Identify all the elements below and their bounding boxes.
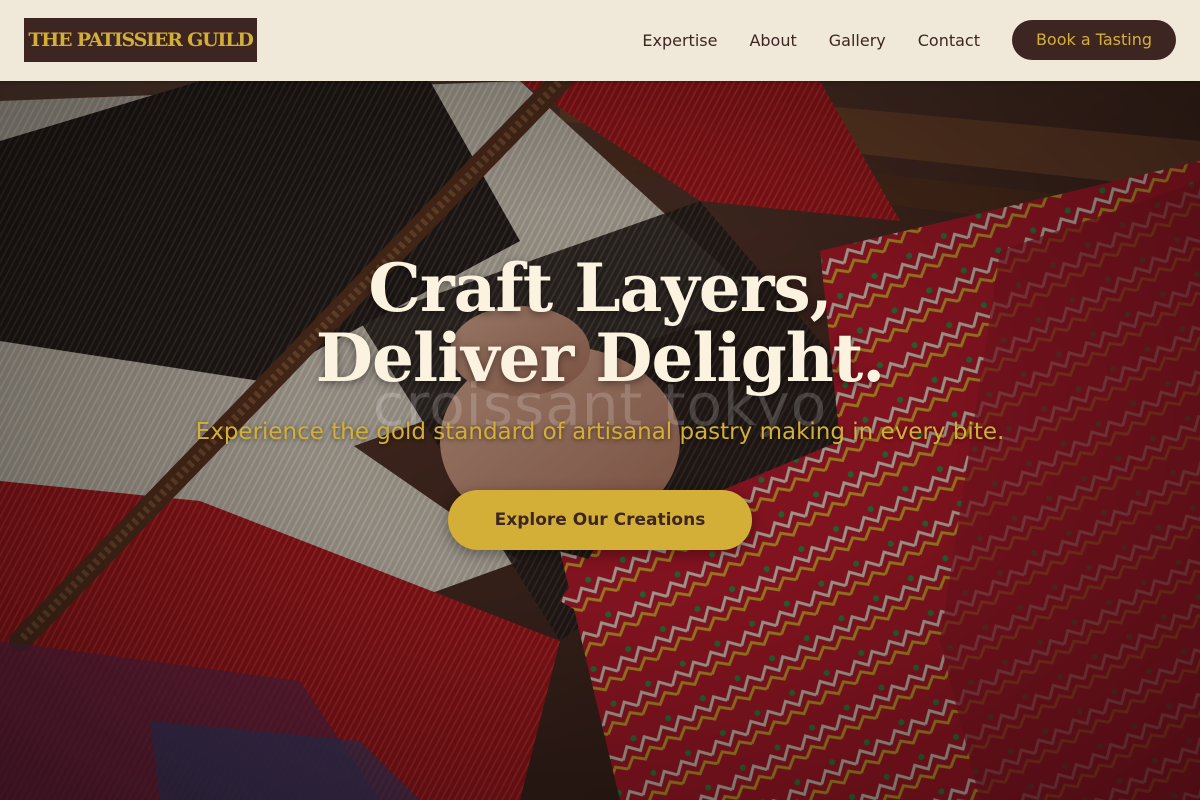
nav-link-gallery[interactable]: Gallery — [829, 31, 886, 50]
book-tasting-button[interactable]: Book a Tasting — [1012, 20, 1176, 60]
nav-link-expertise[interactable]: Expertise — [642, 31, 717, 50]
nav-link-about[interactable]: About — [749, 31, 796, 50]
hero-title-line1: Craft Layers, — [368, 249, 832, 327]
hero-subtitle: Experience the gold standard of artisana… — [195, 419, 1005, 445]
site-header: THE PATISSIER GUILD Expertise About Gall… — [0, 0, 1200, 81]
main-nav: Expertise About Gallery Contact — [642, 0, 980, 80]
nav-link-contact[interactable]: Contact — [918, 31, 980, 50]
hero-section: Craft Layers, Deliver Delight. croissant… — [0, 81, 1200, 800]
explore-creations-button[interactable]: Explore Our Creations — [448, 490, 752, 550]
brand-logo[interactable]: THE PATISSIER GUILD — [24, 18, 257, 62]
